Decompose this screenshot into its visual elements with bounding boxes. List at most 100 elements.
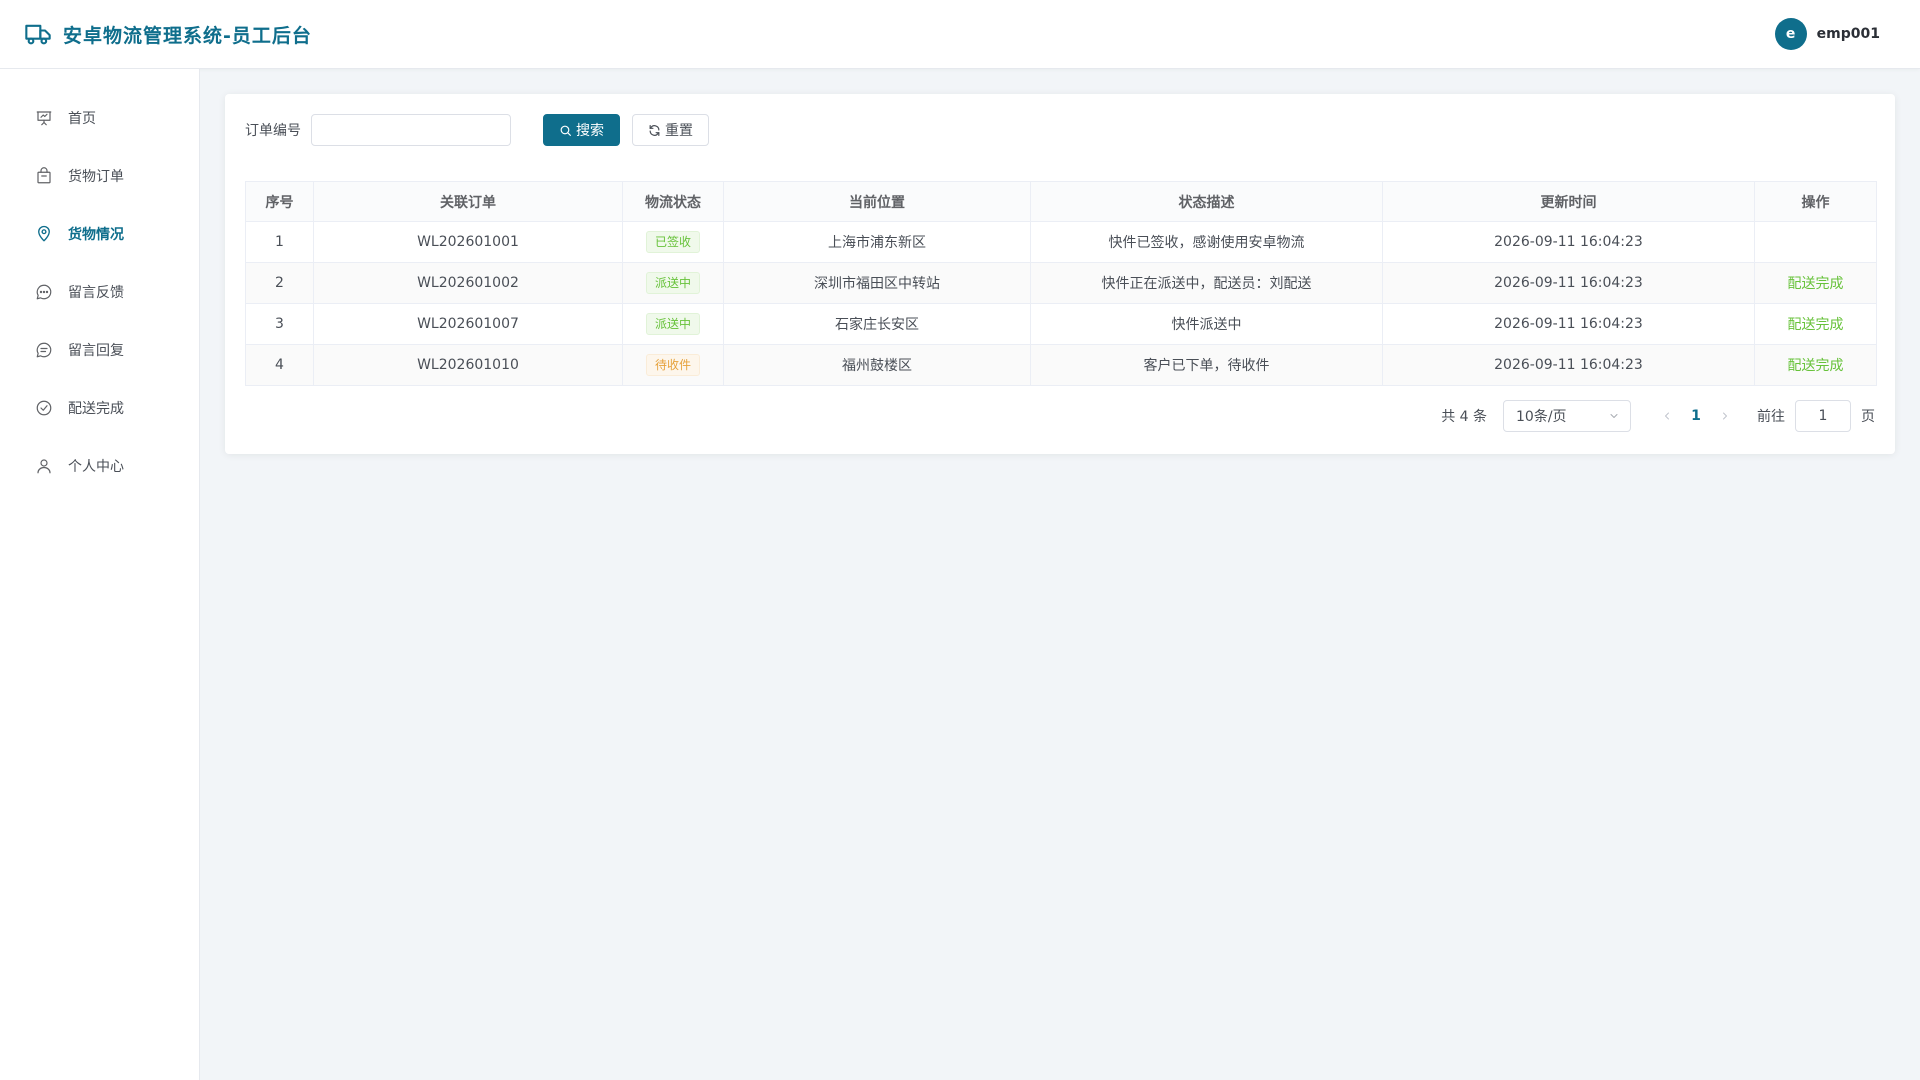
chat-lines-icon xyxy=(35,341,53,359)
reset-button-label: 重置 xyxy=(665,123,693,139)
deliver-complete-link[interactable]: 配送完成 xyxy=(1788,358,1844,374)
status-badge: 待收件 xyxy=(645,354,700,376)
table-row: 2 WL202601002 派送中 深圳市福田区中转站 快件正在派送中，配送员：… xyxy=(245,262,1877,304)
status-badge: 已签收 xyxy=(645,231,700,253)
cell-description: 快件正在派送中，配送员：刘配送 xyxy=(1030,262,1383,304)
column-header: 关联订单 xyxy=(313,181,623,222)
sidebar-item-home[interactable]: 首页 xyxy=(0,89,199,147)
cell-update-time: 2026-09-11 16:04:23 xyxy=(1382,262,1755,304)
sidebar-item-orders[interactable]: 货物订单 xyxy=(0,147,199,205)
column-header: 物流状态 xyxy=(622,181,724,222)
cell-status: 待收件 xyxy=(622,344,724,386)
table-header-row: 序号 关联订单 物流状态 当前位置 状态描述 更新时间 操作 xyxy=(245,181,1877,222)
column-header: 序号 xyxy=(245,181,314,222)
cell-order: WL202601001 xyxy=(313,221,623,263)
sidebar-item-label: 留言反馈 xyxy=(68,285,124,301)
order-number-input[interactable] xyxy=(311,114,511,146)
pagination: 共 4 条 10条/页 1 前往 页 xyxy=(1441,400,1875,432)
sidebar-item-label: 配送完成 xyxy=(68,401,124,417)
top-header: 安卓物流管理系统-员工后台 e emp001 xyxy=(0,0,1920,69)
cell-description: 快件派送中 xyxy=(1030,303,1383,345)
column-header: 更新时间 xyxy=(1382,181,1755,222)
presentation-icon xyxy=(35,109,53,127)
column-header: 状态描述 xyxy=(1030,181,1383,222)
table-row: 3 WL202601007 派送中 石家庄长安区 快件派送中 2026-09-1… xyxy=(245,303,1877,345)
search-label: 订单编号 xyxy=(245,123,301,139)
goto-label: 前往 xyxy=(1757,409,1785,425)
cell-description: 快件已签收，感谢使用安卓物流 xyxy=(1030,221,1383,263)
truck-icon xyxy=(24,20,52,48)
cell-status: 派送中 xyxy=(622,303,724,345)
sidebar-item-label: 留言回复 xyxy=(68,343,124,359)
location-pin-icon xyxy=(35,225,53,243)
cell-location: 上海市浦东新区 xyxy=(723,221,1031,263)
page-size-value: 10条/页 xyxy=(1516,409,1567,425)
cell-index: 4 xyxy=(245,344,314,386)
column-header: 操作 xyxy=(1754,181,1877,222)
cell-location: 深圳市福田区中转站 xyxy=(723,262,1031,304)
cell-action: 配送完成 xyxy=(1754,262,1877,304)
cell-index: 3 xyxy=(245,303,314,345)
username[interactable]: emp001 xyxy=(1817,26,1880,42)
table-row: 1 WL202601001 已签收 上海市浦东新区 快件已签收，感谢使用安卓物流… xyxy=(245,221,1877,263)
sidebar-item-reply[interactable]: 留言回复 xyxy=(0,321,199,379)
cell-action: 配送完成 xyxy=(1754,344,1877,386)
package-icon xyxy=(35,167,53,185)
cell-order: WL202601010 xyxy=(313,344,623,386)
sidebar-item-delivered[interactable]: 配送完成 xyxy=(0,379,199,437)
app-title: 安卓物流管理系统-员工后台 xyxy=(63,24,312,47)
cell-status: 已签收 xyxy=(622,221,724,263)
brand: 安卓物流管理系统-员工后台 xyxy=(24,20,312,48)
chevron-left-icon xyxy=(1665,412,1669,420)
status-badge: 派送中 xyxy=(645,313,700,335)
refresh-icon xyxy=(649,124,660,136)
avatar[interactable]: e xyxy=(1774,18,1807,50)
search-button[interactable]: 搜索 xyxy=(543,114,620,146)
sidebar-item-profile[interactable]: 个人中心 xyxy=(0,437,199,495)
pagination-total: 共 4 条 xyxy=(1441,409,1487,425)
content-card: 订单编号 搜索 重置 序号 关联订单 物流状态 当前位置 状态描述 更新时间 操… xyxy=(225,94,1895,454)
cell-index: 1 xyxy=(245,221,314,263)
sidebar-item-feedback[interactable]: 留言反馈 xyxy=(0,263,199,321)
user-menu[interactable]: e emp001 xyxy=(1774,18,1880,50)
sidebar-item-cargo-status[interactable]: 货物情况 xyxy=(0,205,199,263)
reset-button[interactable]: 重置 xyxy=(632,114,709,146)
page-number-current[interactable]: 1 xyxy=(1681,402,1711,430)
circle-check-icon xyxy=(35,399,53,417)
deliver-complete-link[interactable]: 配送完成 xyxy=(1788,276,1844,292)
sidebar: 首页 货物订单 货物情况 留言反馈 留言回复 配送完成 个人中心 xyxy=(0,69,200,1080)
cell-order: WL202601007 xyxy=(313,303,623,345)
prev-page-button[interactable] xyxy=(1653,402,1681,430)
logistics-table: 序号 关联订单 物流状态 当前位置 状态描述 更新时间 操作 1 WL20260… xyxy=(245,181,1877,386)
chevron-right-icon xyxy=(1723,412,1727,420)
table-row: 4 WL202601010 待收件 福州鼓楼区 客户已下单，待收件 2026-0… xyxy=(245,344,1877,386)
chevron-down-icon xyxy=(1610,414,1618,418)
cell-action xyxy=(1754,221,1877,263)
search-button-label: 搜索 xyxy=(576,123,604,139)
cell-status: 派送中 xyxy=(622,262,724,304)
sidebar-item-label: 货物订单 xyxy=(68,169,124,185)
cell-action: 配送完成 xyxy=(1754,303,1877,345)
page-size-select[interactable]: 10条/页 xyxy=(1503,400,1631,432)
cell-location: 石家庄长安区 xyxy=(723,303,1031,345)
cell-index: 2 xyxy=(245,262,314,304)
cell-location: 福州鼓楼区 xyxy=(723,344,1031,386)
cell-order: WL202601002 xyxy=(313,262,623,304)
cell-description: 客户已下单，待收件 xyxy=(1030,344,1383,386)
column-header: 当前位置 xyxy=(723,181,1031,222)
page-unit-label: 页 xyxy=(1861,409,1875,425)
next-page-button[interactable] xyxy=(1711,402,1739,430)
status-badge: 派送中 xyxy=(645,272,700,294)
cell-update-time: 2026-09-11 16:04:23 xyxy=(1382,344,1755,386)
cell-update-time: 2026-09-11 16:04:23 xyxy=(1382,221,1755,263)
search-bar: 订单编号 搜索 重置 xyxy=(245,114,709,146)
deliver-complete-link[interactable]: 配送完成 xyxy=(1788,317,1844,333)
chat-dots-icon xyxy=(35,283,53,301)
goto-page-input[interactable] xyxy=(1795,400,1851,432)
sidebar-item-label: 货物情况 xyxy=(68,227,124,243)
user-icon xyxy=(35,457,53,475)
sidebar-menu: 首页 货物订单 货物情况 留言反馈 留言回复 配送完成 个人中心 xyxy=(0,69,199,495)
sidebar-item-label: 首页 xyxy=(68,111,96,127)
cell-update-time: 2026-09-11 16:04:23 xyxy=(1382,303,1755,345)
sidebar-item-label: 个人中心 xyxy=(68,459,124,475)
